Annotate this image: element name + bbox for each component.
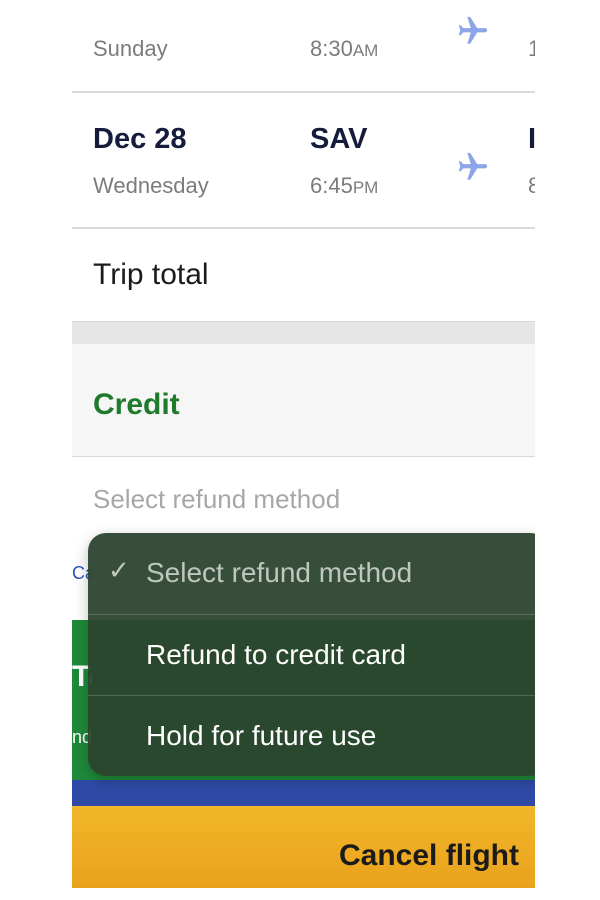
divider xyxy=(72,227,535,229)
trip-details-screen: Sunday 8:30AM 1 Dec 28 Wednesday SAV 6:4… xyxy=(72,0,535,888)
dropdown-option-label: Refund to credit card xyxy=(146,639,406,670)
refund-method-dropdown: ✓ Select refund method Refund to credit … xyxy=(88,533,535,776)
departure-airport-code: SAV xyxy=(310,123,368,155)
airplane-icon xyxy=(458,152,488,180)
flight-day: Sunday xyxy=(93,36,168,61)
flight-day: Wednesday xyxy=(93,173,209,198)
flight-date: Dec 28 xyxy=(93,123,187,155)
arrival-airport-partial: I xyxy=(528,123,535,155)
airplane-icon xyxy=(458,16,488,44)
flight-time: 6:45PM xyxy=(310,173,379,198)
flight-time: 8:30AM xyxy=(310,36,379,61)
cancel-flight-label: Cancel flight xyxy=(338,839,519,872)
dropdown-option-select-refund-method[interactable]: ✓ Select refund method xyxy=(88,533,535,614)
flight-row-2[interactable]: Dec 28 Wednesday SAV 6:45PM I 8 xyxy=(72,93,535,227)
flight-row-1[interactable]: Sunday 8:30AM 1 xyxy=(72,0,535,92)
dropdown-option-hold-for-future-use[interactable]: Hold for future use xyxy=(88,695,535,776)
section-separator xyxy=(72,322,535,344)
checkmark-icon: ✓ xyxy=(108,555,130,585)
dropdown-option-label: Hold for future use xyxy=(146,720,377,751)
accent-bar xyxy=(72,780,535,806)
refund-method-placeholder: Select refund method xyxy=(93,484,341,514)
arrival-time-partial: 8 xyxy=(528,173,535,198)
dropdown-option-refund-to-credit-card[interactable]: Refund to credit card xyxy=(88,614,535,695)
credit-label: Credit xyxy=(93,388,180,421)
dropdown-option-label: Select refund method xyxy=(146,557,413,588)
arrival-time-partial: 1 xyxy=(528,36,535,61)
trip-total-label: Trip total xyxy=(93,258,209,291)
cancel-flight-button[interactable]: Cancel flight xyxy=(72,806,535,888)
